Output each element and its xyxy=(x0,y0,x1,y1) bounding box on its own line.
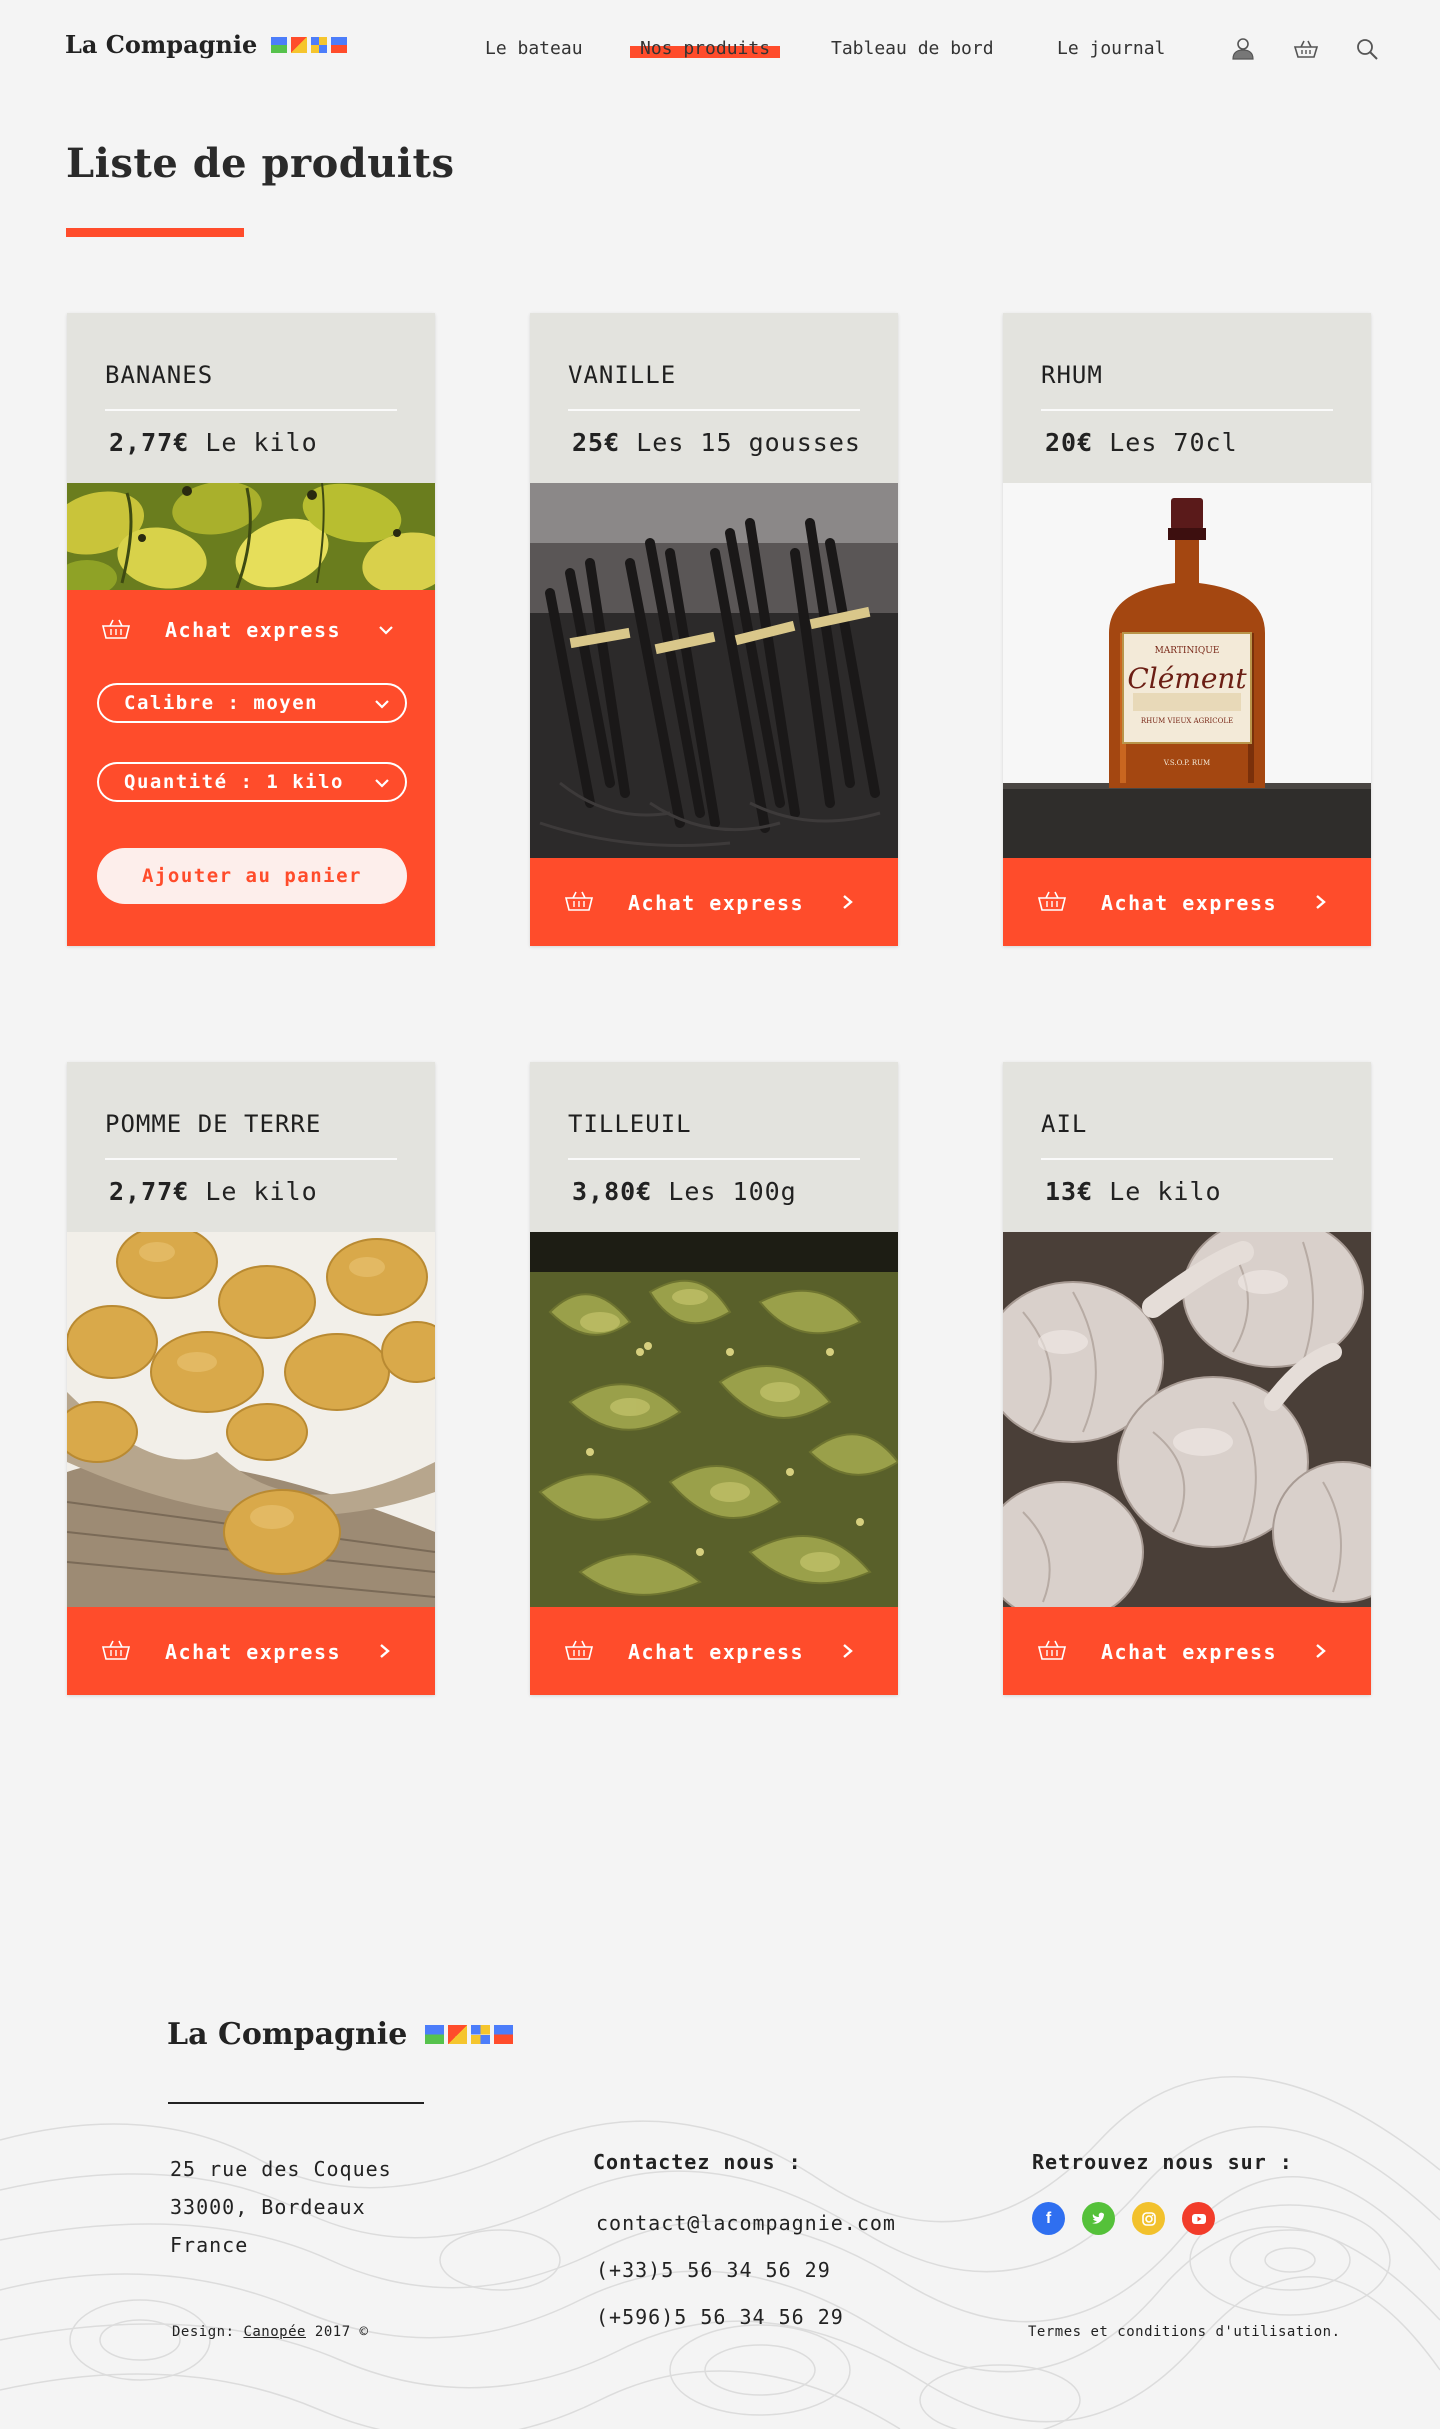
express-panel: Achat express Calibre : moyen Quantité :… xyxy=(67,590,435,946)
chevron-right-icon xyxy=(840,1642,856,1660)
chevron-right-icon xyxy=(1313,893,1329,911)
express-label: Achat express xyxy=(1101,1640,1278,1664)
terms-link[interactable]: Termes et conditions d'utilisation. xyxy=(1028,2324,1341,2340)
product-price: 2,77€ Le kilo xyxy=(109,428,318,457)
user-icon[interactable] xyxy=(1230,36,1256,62)
chevron-right-icon xyxy=(840,893,856,911)
potatoes-image xyxy=(67,1232,435,1607)
chevron-right-icon xyxy=(1313,1642,1329,1660)
product-name: RHUM xyxy=(1041,361,1103,389)
product-card-tilleuil: TILLEUIL 3,80€ Les 100g Achat express xyxy=(530,1062,898,1695)
brand-flags-icon xyxy=(425,2025,514,2044)
instagram-icon[interactable] xyxy=(1132,2202,1165,2235)
product-card-pomme-de-terre: POMME DE TERRE 2,77€ Le kilo Achat expre… xyxy=(67,1062,435,1695)
product-name: AIL xyxy=(1041,1110,1088,1138)
site-footer: La Compagnie 25 rue des Coques 33000, Bo… xyxy=(0,1900,1440,2429)
twitter-icon[interactable] xyxy=(1082,2202,1115,2235)
site-header: La Compagnie Le bateau Nos produits Tabl… xyxy=(0,0,1440,100)
product-price: 25€ Les 15 gousses xyxy=(572,428,861,457)
basket-icon xyxy=(1037,888,1067,914)
footer-divider xyxy=(168,2102,424,2104)
basket-icon xyxy=(101,616,131,642)
chevron-down-icon xyxy=(373,776,391,790)
product-price: 3,80€ Les 100g xyxy=(572,1177,797,1206)
footer-brand-name: La Compagnie xyxy=(167,2017,408,2052)
svg-text:MARTINIQUE: MARTINIQUE xyxy=(1155,646,1220,656)
product-card-vanille: VANILLE 25€ Les 15 gousses Achat express xyxy=(530,313,898,946)
contact-list: contact@lacompagnie.com (+33)5 56 34 56 … xyxy=(596,2200,896,2341)
product-name: POMME DE TERRE xyxy=(105,1110,322,1138)
express-buy-button[interactable]: Achat express xyxy=(530,1607,898,1695)
brand-name: La Compagnie xyxy=(65,30,258,59)
basket-icon xyxy=(564,888,594,914)
nav-item-le-journal[interactable]: Le journal xyxy=(1057,38,1165,59)
product-name: BANANES xyxy=(105,361,214,389)
product-card-rhum: RHUM 20€ Les 70cl MARTINIQUE Clément RHU… xyxy=(1003,313,1371,946)
chevron-right-icon xyxy=(377,1642,393,1660)
product-price: 2,77€ Le kilo xyxy=(109,1177,318,1206)
express-buy-button[interactable]: Achat express xyxy=(1003,858,1371,946)
quantity-select[interactable]: Quantité : 1 kilo xyxy=(97,762,407,802)
nav-item-nos-produits[interactable]: Nos produits xyxy=(629,38,781,59)
linden-image xyxy=(530,1232,898,1607)
title-underline xyxy=(66,228,244,237)
canopee-link[interactable]: Canopée xyxy=(243,2324,306,2340)
express-label: Achat express xyxy=(1101,891,1278,915)
add-to-cart-button[interactable]: Ajouter au panier xyxy=(97,848,407,904)
contact-phone-mq[interactable]: (+596)5 56 34 56 29 xyxy=(596,2294,896,2341)
product-name: TILLEUIL xyxy=(568,1110,692,1138)
express-toggle-label[interactable]: Achat express xyxy=(165,618,341,642)
basket-icon xyxy=(101,1637,131,1663)
youtube-icon[interactable] xyxy=(1182,2202,1215,2235)
express-buy-button[interactable]: Achat express xyxy=(67,1607,435,1695)
social-links: f xyxy=(1032,2202,1215,2235)
search-icon[interactable] xyxy=(1354,36,1380,62)
chevron-down-icon[interactable] xyxy=(377,623,395,637)
footer-brand-logo[interactable]: La Compagnie xyxy=(167,2017,514,2052)
express-label: Achat express xyxy=(165,1640,342,1664)
product-price: 13€ Le kilo xyxy=(1045,1177,1222,1206)
basket-icon xyxy=(1037,1637,1067,1663)
svg-text:RHUM VIEUX AGRICOLE: RHUM VIEUX AGRICOLE xyxy=(1141,717,1233,725)
brand-flags-icon xyxy=(271,36,348,53)
contact-phone-fr[interactable]: (+33)5 56 34 56 29 xyxy=(596,2247,896,2294)
rum-bottle-image: MARTINIQUE Clément RHUM VIEUX AGRICOLE V… xyxy=(1003,483,1371,858)
svg-text:V.S.O.P. RUM: V.S.O.P. RUM xyxy=(1163,759,1210,767)
basket-icon[interactable] xyxy=(1293,36,1319,62)
express-label: Achat express xyxy=(628,891,805,915)
express-label: Achat express xyxy=(628,1640,805,1664)
basket-icon xyxy=(564,1637,594,1663)
contact-title: Contactez nous : xyxy=(593,2150,802,2174)
calibre-select[interactable]: Calibre : moyen xyxy=(97,683,407,723)
design-credit: Design: Canopée 2017 © xyxy=(172,2324,369,2340)
vanilla-image xyxy=(530,483,898,858)
nav-item-le-bateau[interactable]: Le bateau xyxy=(485,38,583,59)
facebook-icon[interactable]: f xyxy=(1032,2202,1065,2235)
garlic-image xyxy=(1003,1232,1371,1607)
express-buy-button[interactable]: Achat express xyxy=(1003,1607,1371,1695)
brand-logo[interactable]: La Compagnie xyxy=(65,30,348,59)
social-title: Retrouvez nous sur : xyxy=(1032,2150,1293,2174)
footer-address: 25 rue des Coques 33000, Bordeaux France xyxy=(170,2157,392,2257)
express-buy-button[interactable]: Achat express xyxy=(530,858,898,946)
product-name: VANILLE xyxy=(568,361,677,389)
bananas-image xyxy=(67,483,435,590)
product-card-ail: AIL 13€ Le kilo Achat express xyxy=(1003,1062,1371,1695)
page-title: Liste de produits xyxy=(66,140,455,187)
svg-text:Clément: Clément xyxy=(1127,662,1247,695)
contact-email[interactable]: contact@lacompagnie.com xyxy=(596,2200,896,2247)
chevron-down-icon xyxy=(373,697,391,711)
product-price: 20€ Les 70cl xyxy=(1045,428,1238,457)
nav-item-tableau-de-bord[interactable]: Tableau de bord xyxy=(831,38,994,59)
product-card-bananes: BANANES 2,77€ Le kilo Achat express Cali… xyxy=(67,313,435,946)
